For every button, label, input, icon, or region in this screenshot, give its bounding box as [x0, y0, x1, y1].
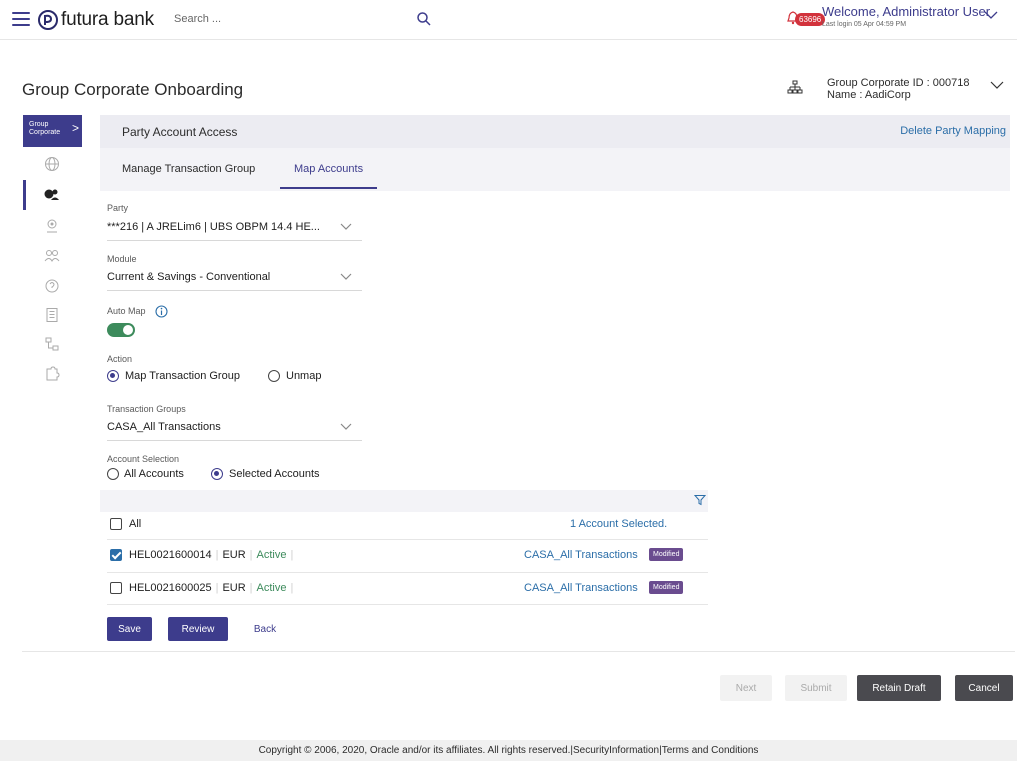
tab-bar: Manage Transaction Group Map Accounts: [100, 148, 1010, 191]
account-transaction-group-link[interactable]: CASA_All Transactions: [524, 582, 638, 594]
unmap-label: Unmap: [286, 370, 322, 382]
account-number: HEL0021600025: [129, 582, 212, 594]
chevron-down-icon[interactable]: [990, 80, 1004, 90]
transaction-groups-value: CASA_All Transactions: [107, 421, 221, 433]
section-title: Party Account Access: [122, 125, 238, 139]
radio-selected-accounts[interactable]: [211, 468, 223, 480]
selected-accounts-label: Selected Accounts: [229, 468, 320, 480]
submit-button[interactable]: Submit: [785, 675, 847, 701]
save-button[interactable]: Save: [107, 617, 152, 641]
futura-logo-icon: [38, 10, 58, 30]
search-box: [174, 8, 432, 30]
module-label: Module: [107, 254, 137, 264]
row-divider: [107, 604, 708, 605]
chevron-right-icon: >: [71, 121, 79, 135]
chevron-down-icon: [340, 223, 352, 230]
party-select[interactable]: ***216 | A JRELim6 | UBS OBPM 14.4 HE...: [107, 219, 362, 241]
notification-badge[interactable]: 63696: [795, 13, 826, 26]
section-divider: [22, 651, 1015, 652]
select-all-checkbox[interactable]: [110, 518, 122, 530]
filter-icon[interactable]: [694, 494, 706, 506]
back-button[interactable]: Back: [245, 617, 285, 641]
rail-group-corporate[interactable]: Group Corporate >: [23, 115, 82, 147]
brand-logo[interactable]: futura bank: [38, 9, 154, 31]
action-label: Action: [107, 354, 133, 364]
search-input[interactable]: [174, 8, 430, 30]
party-mapping-icon[interactable]: [44, 186, 60, 202]
radio-map-transaction-group[interactable]: [107, 370, 119, 382]
accounts-table-header: [100, 490, 708, 512]
globe-icon[interactable]: [44, 156, 60, 172]
users-group-icon[interactable]: [44, 248, 60, 264]
modified-badge: Modified: [649, 581, 684, 594]
account-currency: EUR: [222, 582, 246, 594]
account-transaction-group-link[interactable]: CASA_All Transactions: [524, 549, 638, 561]
org-hierarchy-icon: [787, 80, 803, 94]
building-icon[interactable]: [44, 307, 60, 323]
chevron-down-icon[interactable]: [984, 10, 998, 20]
row-divider: [107, 539, 708, 540]
account-status: Active: [256, 582, 287, 594]
map-transaction-group-label: Map Transaction Group: [125, 370, 240, 382]
footer: Copyright © 2006, 2020, Oracle and/or it…: [0, 740, 1017, 761]
all-accounts-label: All Accounts: [124, 468, 184, 480]
accounts-selected-summary: 1 Account Selected.: [570, 518, 668, 530]
account-row-checkbox[interactable]: [110, 549, 122, 561]
row-divider: [107, 572, 708, 573]
corporate-id: Group Corporate ID : 000718: [827, 77, 970, 89]
radio-unmap[interactable]: [268, 370, 280, 382]
account-row-info: HEL0021600025 | EUR | Active |: [129, 582, 294, 594]
account-status: Active: [256, 549, 287, 561]
account-number: HEL0021600014: [129, 549, 212, 561]
puzzle-icon[interactable]: [44, 366, 60, 382]
tab-manage-transaction-group[interactable]: Manage Transaction Group: [122, 163, 255, 175]
support-icon[interactable]: [44, 278, 60, 294]
last-login-text: Last login 05 Apr 04:59 PM: [822, 21, 907, 28]
chevron-down-icon: [340, 423, 352, 430]
review-button[interactable]: Review: [168, 617, 228, 641]
select-all-label: All: [129, 518, 142, 530]
modified-badge: Modified: [649, 548, 684, 561]
automap-label: Auto Map: [107, 306, 146, 316]
party-account-access-header: Party Account Access Delete Party Mappin…: [100, 115, 1010, 148]
user-menu[interactable]: Welcome, Administrator User Last login 0…: [822, 4, 990, 28]
delete-party-mapping-link[interactable]: Delete Party Mapping: [900, 125, 1006, 137]
account-row-checkbox[interactable]: [110, 582, 122, 594]
next-button[interactable]: Next: [720, 675, 772, 701]
tab-map-accounts[interactable]: Map Accounts: [280, 163, 378, 189]
rail-active-indicator: [23, 180, 26, 210]
corporate-info: Group Corporate ID : 000718 Name : AadiC…: [827, 77, 969, 101]
module-value: Current & Savings - Conventional: [107, 271, 271, 283]
party-value: ***216 | A JRELim6 | UBS OBPM 14.4 HE...: [107, 221, 320, 233]
chevron-down-icon: [340, 273, 352, 280]
retain-draft-button[interactable]: Retain Draft: [857, 675, 941, 701]
transaction-groups-select[interactable]: CASA_All Transactions: [107, 419, 362, 441]
account-row-info: HEL0021600014 | EUR | Active |: [129, 549, 294, 561]
module-select[interactable]: Current & Savings - Conventional: [107, 269, 362, 291]
corporate-name: Name : AadiCorp: [827, 89, 911, 101]
transaction-groups-label: Transaction Groups: [107, 404, 186, 414]
radio-all-accounts[interactable]: [107, 468, 119, 480]
toggle-knob: [123, 325, 133, 335]
brand-name: futura bank: [61, 9, 154, 30]
info-icon[interactable]: [155, 305, 168, 318]
account-currency: EUR: [222, 549, 246, 561]
search-icon[interactable]: [416, 11, 432, 27]
party-label: Party: [107, 203, 129, 213]
welcome-text: Welcome, Administrator User: [822, 4, 991, 19]
approval-flow-icon[interactable]: [44, 336, 60, 352]
cancel-button[interactable]: Cancel: [955, 675, 1013, 701]
top-header: futura bank 63696 Welcome, Administrator…: [0, 0, 1017, 40]
page-title: Group Corporate Onboarding: [22, 80, 244, 99]
automap-toggle[interactable]: [107, 323, 135, 337]
account-selection-label: Account Selection: [107, 454, 180, 464]
menu-icon[interactable]: [12, 12, 30, 26]
user-location-icon[interactable]: [44, 218, 60, 234]
